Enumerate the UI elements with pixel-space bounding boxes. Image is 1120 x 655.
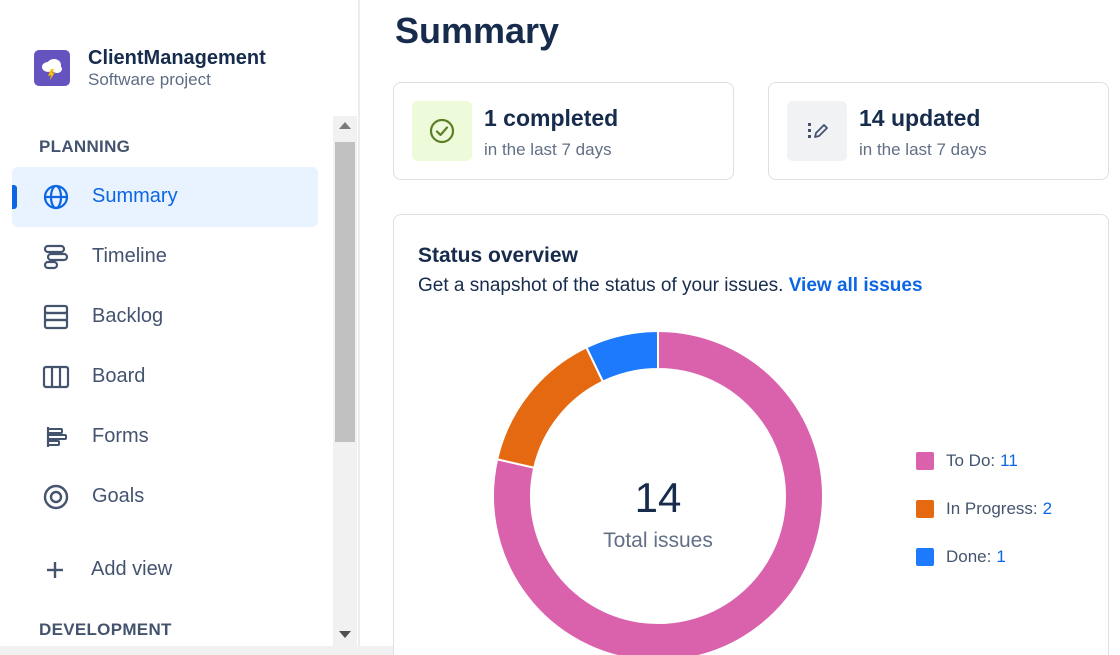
legend-item-done[interactable]: Done: 1	[916, 533, 1052, 581]
total-issues-count: 14	[635, 474, 682, 521]
chart-legend: To Do: 11 In Progress: 2 Done: 1	[916, 437, 1052, 581]
sidebar: ClientManagement Software project PLANNI…	[0, 0, 358, 655]
sidebar-item-backlog[interactable]: Backlog	[12, 287, 318, 347]
legend-label: To Do:	[946, 451, 996, 470]
legend-count-link[interactable]: 2	[1043, 499, 1052, 519]
edit-icon	[808, 123, 828, 138]
sidebar-item-timeline[interactable]: Timeline	[12, 227, 318, 287]
sidebar-item-label: Forms	[92, 425, 149, 447]
sidebar-item-board[interactable]: Board	[12, 347, 318, 407]
donut-slice-in-progress[interactable]	[495, 346, 605, 469]
goals-icon	[43, 484, 69, 510]
view-all-issues-link[interactable]: View all issues	[789, 275, 923, 296]
updated-stat-card[interactable]: 14 updated in the last 7 days	[768, 82, 1109, 180]
total-issues-label: Total issues	[603, 529, 713, 552]
status-donut-chart: 14 Total issues	[492, 329, 824, 655]
backlog-icon	[43, 304, 69, 330]
check-circle-icon	[429, 118, 455, 144]
cloud-lightning-icon	[42, 59, 62, 80]
planning-heading: PLANNING	[39, 137, 131, 156]
status-overview-description: Get a snapshot of the status of your iss…	[418, 275, 923, 297]
globe-icon	[43, 184, 69, 210]
project-avatar	[34, 50, 70, 86]
status-overview-card: Status overview Get a snapshot of the st…	[393, 214, 1109, 655]
development-heading: DEVELOPMENT	[39, 620, 172, 639]
legend-swatch	[916, 452, 934, 470]
sidebar-item-label: Timeline	[92, 245, 167, 267]
legend-count-link[interactable]: 1	[996, 547, 1005, 567]
project-name: ClientManagement	[88, 47, 266, 69]
completed-stat-card[interactable]: 1 completed in the last 7 days	[393, 82, 734, 180]
page-title: Summary	[395, 10, 560, 51]
legend-swatch	[916, 500, 934, 518]
legend-label: Done:	[946, 547, 992, 566]
board-icon	[42, 365, 70, 389]
sidebar-item-summary[interactable]: Summary	[12, 167, 318, 227]
sidebar-scrollbar[interactable]	[333, 116, 357, 646]
sidebar-item-label: Summary	[92, 185, 178, 207]
completed-icon-box	[412, 101, 472, 161]
project-header[interactable]: ClientManagement Software project	[34, 46, 266, 90]
forms-icon	[46, 427, 67, 447]
updated-period: in the last 7 days	[859, 140, 987, 159]
completed-period: in the last 7 days	[484, 140, 612, 159]
timeline-icon	[43, 244, 69, 270]
updated-count: 14 updated	[859, 105, 981, 131]
sidebar-item-goals[interactable]: Goals	[12, 467, 318, 527]
add-view-label: Add view	[91, 558, 173, 580]
project-type: Software project	[88, 70, 211, 89]
updated-icon-box	[787, 101, 847, 161]
legend-item-in-progress[interactable]: In Progress: 2	[916, 485, 1052, 533]
legend-label: In Progress:	[946, 499, 1038, 518]
sidebar-divider[interactable]	[358, 0, 360, 655]
sidebar-nav: Summary Timeline Backlog Board Forms Goa…	[12, 167, 318, 527]
legend-item-to-do[interactable]: To Do: 11	[916, 437, 1052, 485]
horizontal-scrollbar[interactable]	[0, 646, 412, 655]
scroll-up-arrow-icon[interactable]	[339, 122, 351, 129]
legend-swatch	[916, 548, 934, 566]
sidebar-item-label: Goals	[92, 485, 145, 507]
plus-icon	[47, 562, 63, 578]
add-view-button[interactable]: Add view	[12, 540, 318, 600]
sidebar-item-label: Backlog	[92, 305, 164, 327]
legend-count-link[interactable]: 11	[1000, 451, 1018, 471]
scroll-thumb[interactable]	[335, 142, 355, 442]
sidebar-item-label: Board	[92, 365, 146, 387]
sidebar-item-forms[interactable]: Forms	[12, 407, 318, 467]
status-overview-title: Status overview	[418, 244, 578, 267]
status-overview-description-text: Get a snapshot of the status of your iss…	[418, 275, 784, 296]
completed-count: 1 completed	[484, 105, 619, 131]
scroll-down-arrow-icon[interactable]	[339, 631, 351, 638]
